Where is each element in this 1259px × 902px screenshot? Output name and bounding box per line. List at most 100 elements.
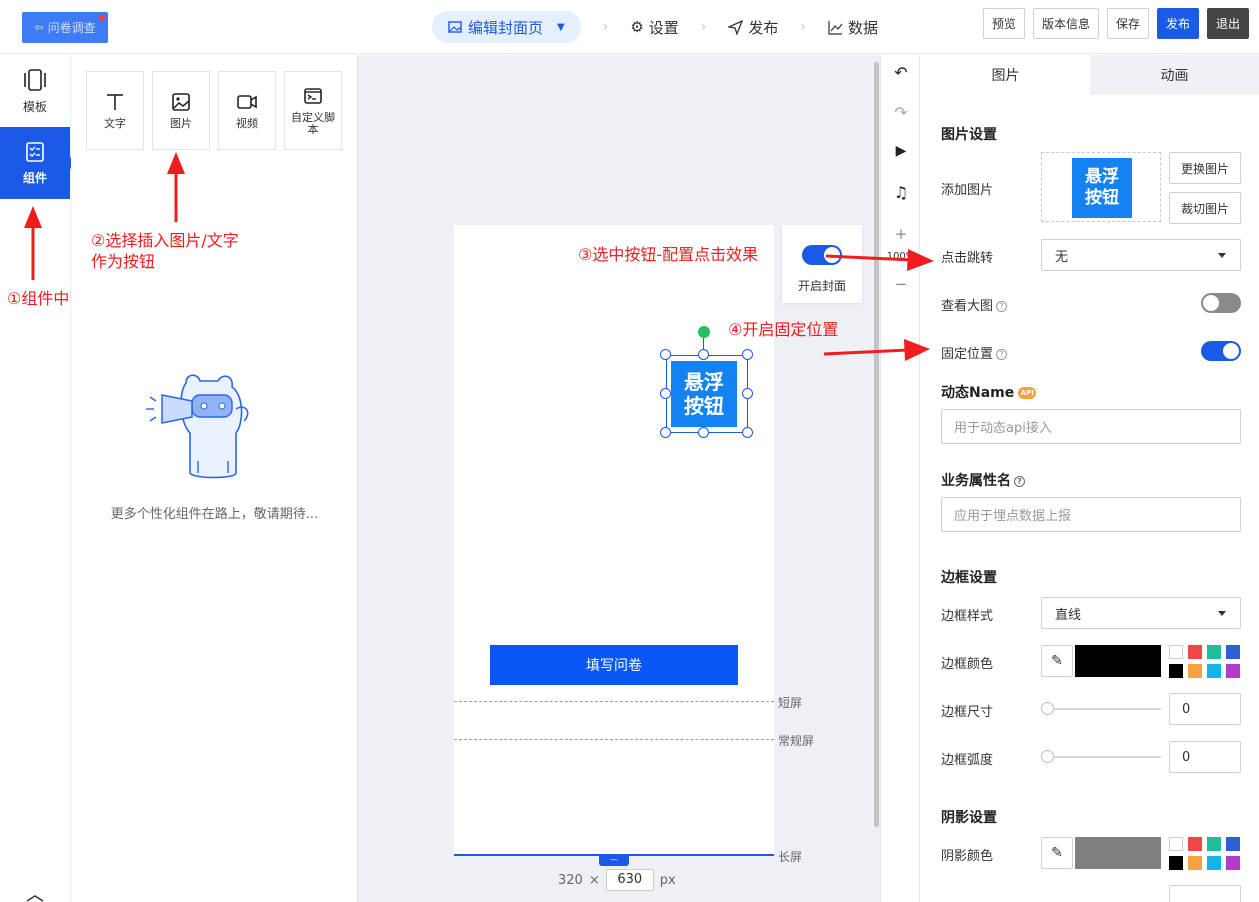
slider-thumb[interactable] — [1041, 702, 1054, 715]
toggle-knob — [1223, 343, 1239, 359]
shadow-color-swatch[interactable] — [1075, 837, 1161, 869]
component-text[interactable]: 文字 — [86, 71, 144, 150]
canvas-height-input[interactable]: 630 — [605, 869, 654, 891]
border-settings-title: 边框设置 — [941, 570, 997, 586]
caret-down-icon — [1218, 611, 1226, 616]
canvas-scrollbar[interactable] — [874, 62, 879, 827]
step-edit-cover[interactable]: 编辑封面页 ▼ — [432, 11, 581, 43]
cover-toggle[interactable] — [802, 245, 842, 265]
version-info-button[interactable]: 版本信息 — [1032, 8, 1099, 39]
fill-survey-button[interactable]: 填写问卷 — [490, 645, 738, 685]
publish-button[interactable]: 发布 — [1156, 8, 1199, 39]
color-preset-swatch[interactable] — [1207, 837, 1221, 851]
border-size-input[interactable]: 0 — [1169, 693, 1241, 725]
color-preset-swatch[interactable] — [1188, 837, 1202, 851]
replace-image-button[interactable]: 更换图片 — [1169, 152, 1241, 184]
fixed-position-toggle[interactable] — [1201, 341, 1241, 361]
color-preset-swatch[interactable] — [1226, 837, 1240, 851]
rotate-handle[interactable] — [698, 326, 710, 338]
color-preset-swatch[interactable] — [1207, 664, 1221, 678]
color-preset-swatch[interactable] — [1207, 645, 1221, 659]
biz-attr-title: 业务属性名? — [941, 470, 1025, 490]
crop-image-button[interactable]: 裁切图片 — [1169, 192, 1241, 224]
annotation-4: ④开启固定位置 — [728, 320, 839, 339]
tab-animation[interactable]: 动画 — [1090, 55, 1259, 95]
undo-icon[interactable]: ↶ — [881, 63, 921, 82]
color-preset-swatch[interactable] — [1169, 837, 1183, 851]
help-icon[interactable]: ? — [1014, 475, 1025, 487]
preview-button[interactable]: 预览 — [982, 8, 1025, 39]
component-custom-script[interactable]: 自定义脚本 — [284, 71, 342, 150]
exit-button[interactable]: 退出 — [1206, 8, 1249, 39]
color-preset-swatch[interactable] — [1207, 856, 1221, 870]
color-preset-swatch[interactable] — [1188, 856, 1202, 870]
border-color-swatch[interactable] — [1075, 645, 1161, 677]
zoom-level: 100% — [886, 251, 916, 262]
image-upload-box[interactable]: 悬浮按钮 — [1041, 152, 1161, 222]
zoom-out-icon[interactable]: − — [881, 275, 921, 293]
chevron-right-icon: › — [700, 19, 707, 35]
color-preset-swatch[interactable] — [1226, 664, 1240, 678]
rail-item-templates[interactable]: 模板 — [0, 55, 70, 127]
border-size-label: 边框尺寸 — [941, 705, 994, 720]
color-preset-swatch[interactable] — [1169, 856, 1183, 870]
help-icon[interactable]: ? — [996, 301, 1008, 312]
phone-canvas[interactable] — [454, 225, 774, 855]
music-icon[interactable]: ♫ — [881, 183, 921, 202]
app-title: 问卷调查 — [47, 21, 96, 35]
color-preset-swatch[interactable] — [1188, 664, 1202, 678]
component-icon — [26, 141, 44, 162]
component-panel: 文字 图片 视频 自定义脚本 更多个性化组件在路上，敬请期待... — [71, 55, 358, 902]
step-data[interactable]: 数据 — [828, 17, 878, 38]
border-radius-slider[interactable] — [1041, 750, 1161, 763]
canvas-size-row: 320 × 630 px — [558, 869, 676, 891]
resize-handle-tl[interactable] — [660, 349, 671, 360]
vertical-toolbar: ↶ ↷ ▶ ♫ + 100% − — [880, 55, 920, 902]
rail-item-components[interactable]: 组件 — [0, 127, 76, 199]
resize-handle-bl[interactable] — [660, 427, 671, 438]
resize-handle-ml[interactable] — [660, 388, 671, 399]
image-edit-icon — [448, 21, 462, 33]
color-preset-swatch[interactable] — [1226, 645, 1240, 659]
view-large-toggle[interactable] — [1201, 293, 1241, 313]
help-icon[interactable]: ? — [996, 349, 1008, 360]
zoom-in-icon[interactable]: + — [881, 225, 921, 243]
color-preset-swatch[interactable] — [1226, 856, 1240, 870]
float-button-image[interactable]: 悬浮按钮 — [671, 361, 737, 427]
step-nav: 编辑封面页 ▼ › ⚙ 设置 › 发布 › 数据 — [432, 11, 878, 43]
component-video[interactable]: 视频 — [218, 71, 276, 150]
border-style-label: 边框样式 — [941, 609, 994, 624]
border-radius-input[interactable]: 0 — [1169, 741, 1241, 773]
resize-handle-bm[interactable] — [698, 427, 709, 438]
tab-image[interactable]: 图片 — [921, 55, 1090, 95]
video-icon — [237, 94, 257, 109]
redo-icon[interactable]: ↷ — [881, 103, 921, 122]
layers-icon[interactable] — [25, 893, 45, 902]
send-icon — [728, 19, 744, 35]
resize-handle-tr[interactable] — [742, 349, 753, 360]
step-settings[interactable]: ⚙ 设置 — [630, 17, 678, 38]
shadow-size-input[interactable] — [1169, 885, 1241, 902]
notification-dot — [99, 15, 105, 21]
border-size-slider[interactable] — [1041, 702, 1161, 715]
height-drag-handle[interactable]: — — [599, 856, 629, 866]
color-preset-swatch[interactable] — [1169, 645, 1183, 659]
resize-handle-tm[interactable] — [698, 349, 709, 360]
border-style-select[interactable]: 直线 — [1041, 597, 1241, 629]
resize-handle-br[interactable] — [742, 427, 753, 438]
step-publish[interactable]: 发布 — [728, 17, 778, 38]
app-title-button[interactable]: ⇦ 问卷调查 — [22, 12, 108, 43]
click-jump-select[interactable]: 无 — [1041, 239, 1241, 271]
back-icon: ⇦ — [34, 21, 44, 34]
play-icon[interactable]: ▶ — [881, 143, 921, 159]
component-image[interactable]: 图片 — [152, 71, 210, 150]
resize-handle-mr[interactable] — [742, 388, 753, 399]
eyedropper-icon[interactable]: ✎ — [1041, 837, 1073, 869]
slider-thumb[interactable] — [1041, 750, 1054, 763]
color-preset-swatch[interactable] — [1169, 664, 1183, 678]
dynamic-name-input[interactable]: 用于动态api接入 — [941, 409, 1241, 444]
eyedropper-icon[interactable]: ✎ — [1041, 645, 1073, 677]
biz-attr-input[interactable]: 应用于埋点数据上报 — [941, 497, 1241, 532]
color-preset-swatch[interactable] — [1188, 645, 1202, 659]
save-button[interactable]: 保存 — [1106, 8, 1149, 39]
